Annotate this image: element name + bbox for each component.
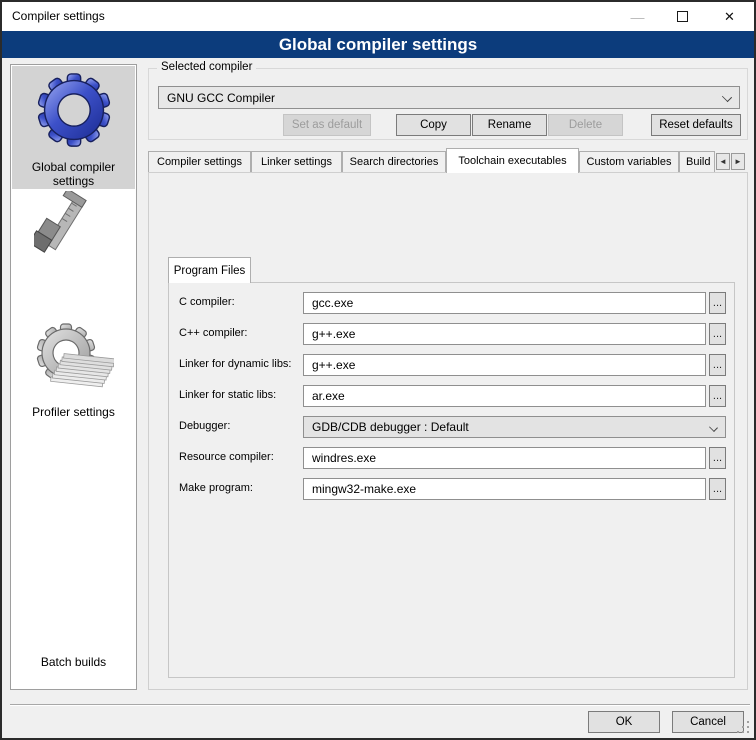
dynamic-linker-label: Linker for dynamic libs: [179, 358, 292, 370]
c-compiler-label: C compiler: [179, 296, 235, 308]
c-compiler-input[interactable]: gcc.exe [303, 292, 706, 314]
arrow-left-icon: ◄ [719, 157, 727, 166]
caliper-icon [11, 191, 136, 280]
maximize-button[interactable] [660, 2, 705, 31]
tab-program-files[interactable]: Program Files [168, 257, 251, 283]
dialog-banner: Global compiler settings [2, 31, 754, 58]
program-row: C compiler: gcc.exe ... [169, 292, 736, 314]
minimize-button[interactable]: — [615, 2, 660, 31]
set-as-default-button[interactable]: Set as default [283, 114, 371, 136]
program-row: C++ compiler: g++.exe ... [169, 323, 736, 345]
make-program-label: Make program: [179, 482, 253, 494]
cancel-button[interactable]: Cancel [672, 711, 744, 733]
sidebar-item-profiler-settings[interactable]: Profiler settings [11, 191, 136, 280]
maximize-icon [677, 11, 688, 22]
tab-toolchain-executables[interactable]: Toolchain executables [446, 148, 579, 173]
program-row: Linker for dynamic libs: g++.exe ... [169, 354, 736, 376]
resize-grip-icon[interactable] [747, 731, 749, 733]
settings-sidebar: Global compiler settings [10, 64, 137, 690]
sidebar-item-label: Batch builds [11, 655, 136, 669]
selected-compiler-group-label: Selected compiler [157, 61, 256, 73]
make-program-input[interactable]: mingw32-make.exe [303, 478, 706, 500]
make-program-browse-button[interactable]: ... [709, 478, 726, 500]
footer-separator [10, 704, 750, 706]
debugger-select[interactable]: GDB/CDB debugger : Default [303, 416, 726, 438]
make-program-value: mingw32-make.exe [312, 482, 416, 496]
gear-blue-icon [11, 70, 136, 155]
close-button[interactable]: ✕ [707, 2, 752, 31]
sidebar-item-label: Profiler settings [11, 405, 136, 419]
compiler-select[interactable]: GNU GCC Compiler [158, 86, 740, 109]
chevron-down-icon [709, 423, 718, 432]
ok-button[interactable]: OK [588, 711, 660, 733]
c-compiler-value: gcc.exe [312, 296, 353, 310]
delete-button[interactable]: Delete [548, 114, 623, 136]
debugger-value: GDB/CDB debugger : Default [312, 420, 469, 434]
sidebar-item-global-compiler-settings[interactable]: Global compiler settings [11, 70, 136, 155]
copy-button[interactable]: Copy [396, 114, 471, 136]
resource-compiler-browse-button[interactable]: ... [709, 447, 726, 469]
debugger-label: Debugger: [179, 420, 230, 432]
tab-scroll-left-button[interactable]: ◄ [716, 153, 730, 170]
compiler-select-value: GNU GCC Compiler [167, 91, 275, 105]
tab-build-options[interactable]: Build options [679, 151, 715, 172]
close-icon: ✕ [724, 9, 735, 25]
window-title: Compiler settings [12, 9, 105, 23]
program-files-page: C compiler: gcc.exe ... C++ compiler: g+… [168, 282, 735, 678]
rename-button[interactable]: Rename [472, 114, 547, 136]
gear-stack-icon [11, 321, 136, 404]
program-row: Make program: mingw32-make.exe ... [169, 478, 736, 500]
chevron-down-icon [722, 92, 732, 102]
reset-defaults-button[interactable]: Reset defaults [651, 114, 741, 136]
cpp-compiler-value: g++.exe [312, 327, 355, 341]
tab-scroll-right-button[interactable]: ► [731, 153, 745, 170]
tab-linker-settings[interactable]: Linker settings [251, 151, 342, 172]
dynamic-linker-input[interactable]: g++.exe [303, 354, 706, 376]
program-row: Debugger: GDB/CDB debugger : Default [169, 416, 736, 438]
sidebar-item-batch-builds[interactable]: Batch builds [11, 321, 136, 404]
cpp-compiler-input[interactable]: g++.exe [303, 323, 706, 345]
dynamic-linker-browse-button[interactable]: ... [709, 354, 726, 376]
cpp-compiler-browse-button[interactable]: ... [709, 323, 726, 345]
compiler-settings-dialog: Compiler settings — ✕ Global compiler se… [0, 0, 756, 740]
static-linker-label: Linker for static libs: [179, 389, 276, 401]
c-compiler-browse-button[interactable]: ... [709, 292, 726, 314]
static-linker-browse-button[interactable]: ... [709, 385, 726, 407]
tab-compiler-settings[interactable]: Compiler settings [148, 151, 251, 172]
resource-compiler-label: Resource compiler: [179, 451, 274, 463]
static-linker-input[interactable]: ar.exe [303, 385, 706, 407]
static-linker-value: ar.exe [312, 389, 345, 403]
minimize-icon: — [631, 12, 645, 22]
dynamic-linker-value: g++.exe [312, 358, 355, 372]
program-row: Linker for static libs: ar.exe ... [169, 385, 736, 407]
resource-compiler-input[interactable]: windres.exe [303, 447, 706, 469]
cpp-compiler-label: C++ compiler: [179, 327, 247, 339]
sidebar-item-label: Global compiler settings [11, 160, 136, 188]
arrow-right-icon: ► [734, 157, 742, 166]
tab-search-directories[interactable]: Search directories [342, 151, 446, 172]
resource-compiler-value: windres.exe [312, 451, 376, 465]
page-title: Global compiler settings [279, 35, 477, 55]
tab-custom-variables[interactable]: Custom variables [579, 151, 679, 172]
program-row: Resource compiler: windres.exe ... [169, 447, 736, 469]
